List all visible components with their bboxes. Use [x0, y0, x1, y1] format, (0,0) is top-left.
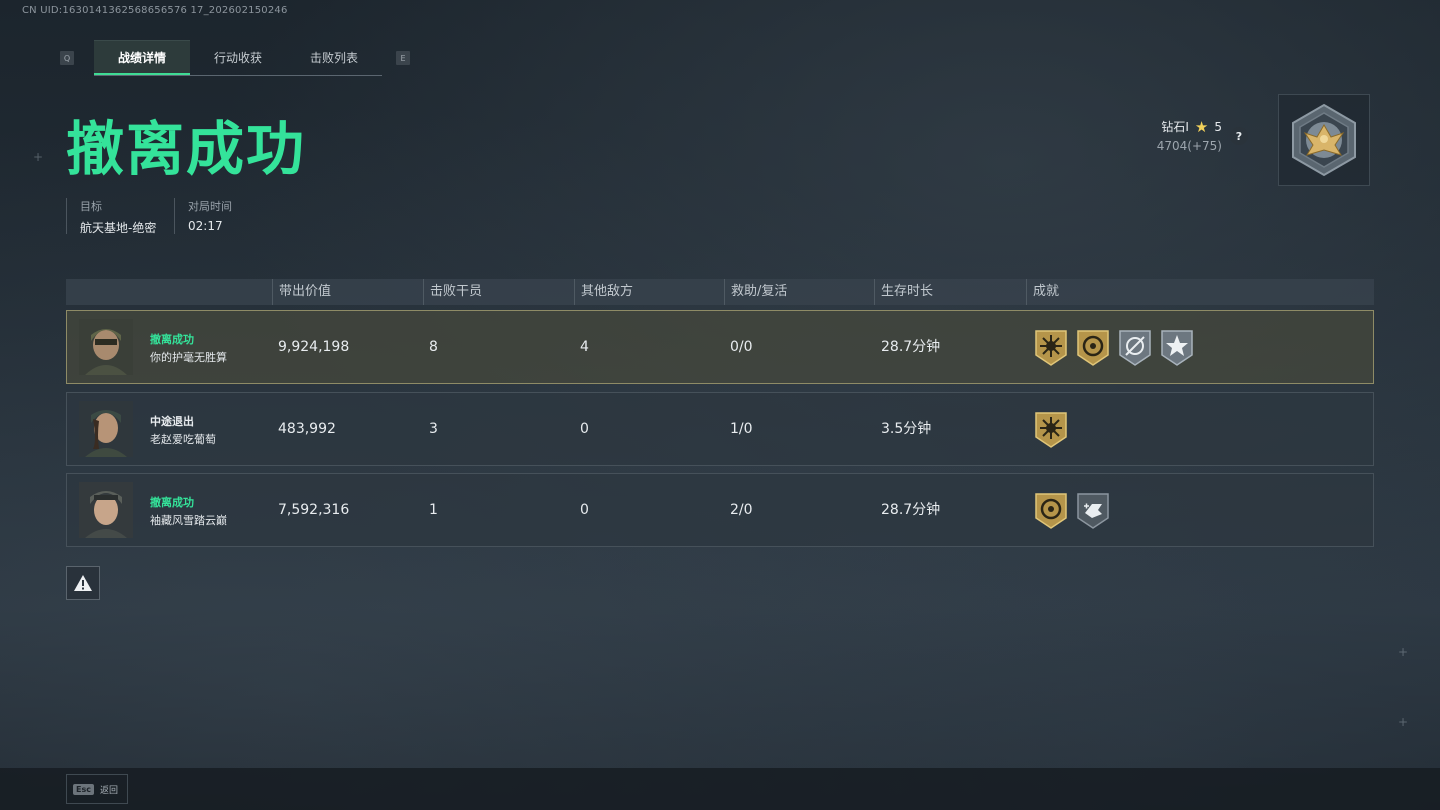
silver-medic-badge-icon[interactable] — [1076, 492, 1110, 530]
col-achievements: 成就 — [1026, 279, 1059, 305]
player-name: 你的护毫无胜算 — [150, 351, 227, 364]
tab-battle-details[interactable]: 战绩详情 — [94, 40, 190, 75]
tab-action-rewards[interactable]: 行动收获 — [190, 40, 286, 74]
operators-defeated: 8 — [429, 339, 438, 355]
col-survival-time: 生存时长 — [874, 279, 933, 305]
extract-value: 483,992 — [278, 421, 336, 437]
achievement-list — [1034, 329, 1194, 367]
tab-bar: Q 战绩详情 行动收获 击败列表 E — [60, 40, 410, 76]
objective-value: 航天基地-绝密 — [80, 221, 157, 235]
operators-defeated: 3 — [429, 421, 438, 437]
gold-coin-badge-icon[interactable] — [1034, 492, 1068, 530]
player-status: 撤离成功 — [150, 333, 194, 346]
survival-time: 3.5分钟 — [881, 421, 932, 437]
table-row[interactable]: 撤离成功 你的护毫无胜算 9,924,198 8 4 0/0 28.7分钟 — [66, 310, 1374, 384]
assist-revive: 2/0 — [730, 502, 753, 518]
tab-next-key[interactable]: E — [396, 51, 410, 65]
extract-value: 9,924,198 — [278, 339, 350, 355]
col-extract-value: 带出价值 — [272, 279, 331, 305]
avatar — [79, 482, 133, 538]
rank-emblem — [1278, 94, 1370, 186]
other-enemies: 0 — [580, 421, 589, 437]
achievement-list — [1034, 411, 1068, 449]
gold-coin-badge-icon[interactable] — [1076, 329, 1110, 367]
avatar — [79, 401, 133, 457]
table-row[interactable]: 撤离成功 袖藏风雪踏云巅 7,592,316 1 0 2/0 28.7分钟 — [66, 473, 1374, 547]
silver-crosshair-badge-icon[interactable] — [1118, 329, 1152, 367]
player-name: 老赵爱吃葡萄 — [150, 433, 216, 446]
match-time-value: 02:17 — [188, 219, 223, 233]
tab-list: 战绩详情 行动收获 击败列表 — [94, 40, 382, 76]
achievement-list — [1034, 492, 1110, 530]
assist-revive: 0/0 — [730, 339, 753, 355]
bg-cross-mark: + — [1398, 715, 1409, 729]
gold-sun-badge-icon[interactable] — [1034, 411, 1068, 449]
uid-label: CN UID:1630141362568656576 17_2026021502… — [22, 5, 288, 16]
rank-info: 钻石I ★ 5 4704(+75) — [1140, 118, 1222, 153]
esc-key-icon: Esc — [73, 783, 94, 795]
assist-revive: 1/0 — [730, 421, 753, 437]
avatar — [79, 319, 133, 375]
player-status: 撤离成功 — [150, 496, 194, 509]
star-icon: ★ — [1194, 117, 1209, 136]
meta-divider — [66, 198, 67, 234]
col-operators-defeated: 击败干员 — [423, 279, 482, 305]
stats-table-header: 带出价值 击败干员 其他敌方 救助/复活 生存时长 成就 — [66, 279, 1374, 305]
extract-value: 7,592,316 — [278, 502, 350, 518]
rank-points: 4704(+75) — [1156, 139, 1222, 153]
table-row[interactable]: 中途退出 老赵爱吃葡萄 483,992 3 0 1/0 3.5分钟 — [66, 392, 1374, 466]
bg-cross-mark: + — [1398, 645, 1409, 659]
match-time-label: 对局时间 — [188, 200, 232, 213]
col-other-enemies: 其他敌方 — [574, 279, 633, 305]
tab-prev-key[interactable]: Q — [60, 51, 74, 65]
other-enemies: 4 — [580, 339, 589, 355]
tab-kill-list[interactable]: 击败列表 — [286, 40, 382, 74]
col-assist-revive: 救助/复活 — [724, 279, 787, 305]
bottom-bar — [0, 768, 1440, 810]
survival-time: 28.7分钟 — [881, 339, 941, 355]
report-button[interactable] — [66, 566, 100, 600]
operators-defeated: 1 — [429, 502, 438, 518]
back-label: 返回 — [99, 785, 118, 796]
other-enemies: 0 — [580, 502, 589, 518]
objective-block: 目标 航天基地-绝密 — [80, 198, 156, 236]
gold-sun-badge-icon[interactable] — [1034, 329, 1068, 367]
player-name: 袖藏风雪踏云巅 — [150, 514, 227, 527]
back-button[interactable]: Esc 返回 — [66, 774, 128, 804]
help-button[interactable]: ? — [1230, 127, 1248, 145]
bg-cross-mark: + — [33, 150, 44, 164]
warning-icon — [74, 575, 92, 591]
result-title: 撤离成功 — [66, 115, 307, 183]
survival-time: 28.7分钟 — [881, 502, 941, 518]
objective-label: 目标 — [80, 200, 102, 213]
eagle-emblem-icon — [1292, 103, 1356, 177]
silver-star-badge-icon[interactable] — [1160, 329, 1194, 367]
rank-stars: 5 — [1214, 119, 1222, 134]
match-time-block: 对局时间 02:17 — [188, 198, 232, 233]
rank-tier: 钻石I — [1161, 120, 1189, 134]
meta-divider — [174, 198, 175, 234]
player-status: 中途退出 — [150, 415, 194, 428]
